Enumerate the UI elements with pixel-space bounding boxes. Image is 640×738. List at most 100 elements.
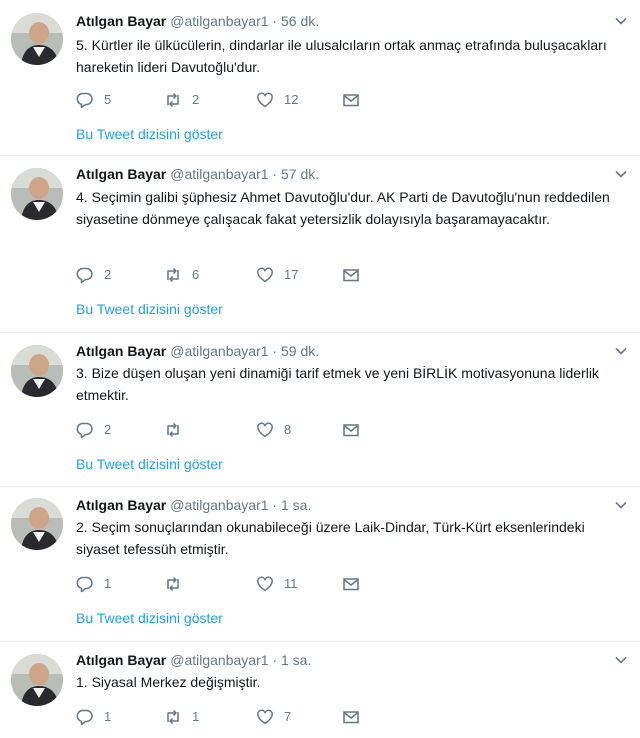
tweet-header: Atılgan Bayar @atilganbayar1 · 1 sa.: [76, 651, 311, 669]
tweet-actions: 1 1 7: [76, 707, 376, 727]
tweet-text: 4. Seçimin galibi şüphesiz Ahmet Davutoğ…: [76, 189, 610, 227]
like-count: 12: [284, 92, 299, 107]
reply-icon: [76, 709, 93, 726]
chevron-down-icon[interactable]: [614, 167, 628, 181]
tweet-text: 3. Bize düşen oluşan yeni dinamiği tarif…: [76, 365, 599, 403]
tweet-header: Atılgan Bayar @atilganbayar1 · 56 dk.: [76, 12, 319, 30]
tweet[interactable]: Atılgan Bayar @atilganbayar1 · 1 sa. 2. S…: [0, 486, 640, 642]
envelope-icon: [343, 94, 359, 107]
separator: ·: [272, 166, 278, 182]
reply-button[interactable]: 5: [76, 90, 111, 110]
reply-count: 2: [104, 422, 112, 437]
timestamp[interactable]: 57 dk.: [281, 166, 319, 182]
reply-count: 1: [104, 709, 112, 724]
heart-icon: [257, 267, 273, 283]
author-handle[interactable]: @atilganbayar1: [170, 343, 268, 359]
separator: ·: [272, 13, 278, 29]
like-button[interactable]: 17: [256, 265, 298, 285]
timestamp[interactable]: 59 dk.: [281, 343, 319, 359]
like-count: 8: [284, 422, 292, 437]
reply-button[interactable]: 1: [76, 707, 111, 727]
show-thread-link[interactable]: Bu Tweet dizisini göster: [76, 300, 223, 318]
author-handle[interactable]: @atilganbayar1: [170, 652, 268, 668]
author-name[interactable]: Atılgan Bayar: [76, 652, 166, 668]
chevron-down-icon[interactable]: [614, 14, 628, 28]
retweet-count: 1: [192, 709, 200, 724]
retweet-icon: [167, 267, 179, 283]
tweet[interactable]: Atılgan Bayar @atilganbayar1 · 1 sa. 1. S…: [0, 641, 640, 738]
avatar[interactable]: [11, 13, 63, 65]
retweet-count: 6: [192, 267, 200, 282]
like-count: 17: [284, 267, 299, 282]
chevron-down-icon[interactable]: [614, 653, 628, 667]
timestamp[interactable]: 56 dk.: [281, 13, 319, 29]
retweet-icon: [167, 709, 179, 725]
like-count: 7: [284, 709, 292, 724]
retweet-button[interactable]: 6: [164, 265, 199, 285]
reply-count: 2: [104, 267, 112, 282]
like-button[interactable]: 12: [256, 90, 298, 110]
like-button[interactable]: 8: [256, 420, 291, 440]
direct-message-button[interactable]: [342, 707, 360, 727]
retweet-icon: [167, 92, 179, 108]
avatar[interactable]: [11, 345, 63, 397]
author-name[interactable]: Atılgan Bayar: [76, 343, 166, 359]
direct-message-button[interactable]: [342, 574, 360, 594]
like-button[interactable]: 11: [256, 574, 298, 594]
tweet[interactable]: Atılgan Bayar @atilganbayar1 · 59 dk. 3. …: [0, 332, 640, 487]
retweet-icon: [167, 422, 179, 438]
retweet-count: 2: [192, 92, 200, 107]
author-handle[interactable]: @atilganbayar1: [170, 497, 268, 513]
heart-icon: [257, 709, 273, 725]
chevron-down-icon[interactable]: [614, 344, 628, 358]
tweet[interactable]: Atılgan Bayar @atilganbayar1 · 56 dk. 5. …: [0, 0, 640, 156]
avatar[interactable]: [11, 654, 63, 706]
reply-button[interactable]: 1: [76, 574, 111, 594]
show-thread-link[interactable]: Bu Tweet dizisini göster: [76, 455, 223, 473]
author-handle[interactable]: @atilganbayar1: [170, 13, 268, 29]
tweet-actions: 5 2 12: [76, 90, 376, 110]
chevron-down-icon[interactable]: [614, 498, 628, 512]
tweet-header: Atılgan Bayar @atilganbayar1 · 59 dk.: [76, 342, 319, 360]
tweet-header: Atılgan Bayar @atilganbayar1 · 57 dk.: [76, 165, 319, 183]
timestamp[interactable]: 1 sa.: [281, 497, 311, 513]
avatar[interactable]: [11, 168, 63, 220]
envelope-icon: [343, 578, 359, 591]
separator: ·: [272, 343, 278, 359]
reply-count: 5: [104, 92, 112, 107]
reply-count: 1: [104, 576, 112, 591]
avatar[interactable]: [11, 498, 63, 550]
like-button[interactable]: 7: [256, 707, 291, 727]
tweet-actions: 1 11: [76, 574, 376, 594]
timestamp[interactable]: 1 sa.: [281, 652, 311, 668]
retweet-button[interactable]: [164, 420, 192, 440]
show-thread-link[interactable]: Bu Tweet dizisini göster: [76, 125, 223, 143]
reply-icon: [76, 92, 93, 109]
show-thread-link[interactable]: Bu Tweet dizisini göster: [76, 609, 223, 627]
reply-icon: [76, 267, 93, 284]
direct-message-button[interactable]: [342, 265, 360, 285]
heart-icon: [257, 92, 273, 108]
direct-message-button[interactable]: [342, 90, 360, 110]
author-name[interactable]: Atılgan Bayar: [76, 166, 166, 182]
retweet-button[interactable]: 2: [164, 90, 199, 110]
tweet-actions: 2 8: [76, 420, 376, 440]
tweet-text: 1. Siyasal Merkez değişmiştir.: [76, 674, 261, 690]
envelope-icon: [343, 269, 359, 282]
author-name[interactable]: Atılgan Bayar: [76, 497, 166, 513]
separator: ·: [272, 652, 278, 668]
author-name[interactable]: Atılgan Bayar: [76, 13, 166, 29]
direct-message-button[interactable]: [342, 420, 360, 440]
reply-button[interactable]: 2: [76, 420, 111, 440]
envelope-icon: [343, 711, 359, 724]
reply-button[interactable]: 2: [76, 265, 111, 285]
tweet-text: 2. Seçim sonuçlarından okunabileceği üze…: [76, 519, 585, 557]
retweet-button[interactable]: [164, 574, 192, 594]
tweet[interactable]: Atılgan Bayar @atilganbayar1 · 57 dk. 4. …: [0, 155, 640, 333]
tweet-header: Atılgan Bayar @atilganbayar1 · 1 sa.: [76, 496, 311, 514]
retweet-button[interactable]: 1: [164, 707, 199, 727]
separator: ·: [272, 497, 278, 513]
envelope-icon: [343, 424, 359, 437]
reply-icon: [76, 422, 93, 439]
author-handle[interactable]: @atilganbayar1: [170, 166, 268, 182]
